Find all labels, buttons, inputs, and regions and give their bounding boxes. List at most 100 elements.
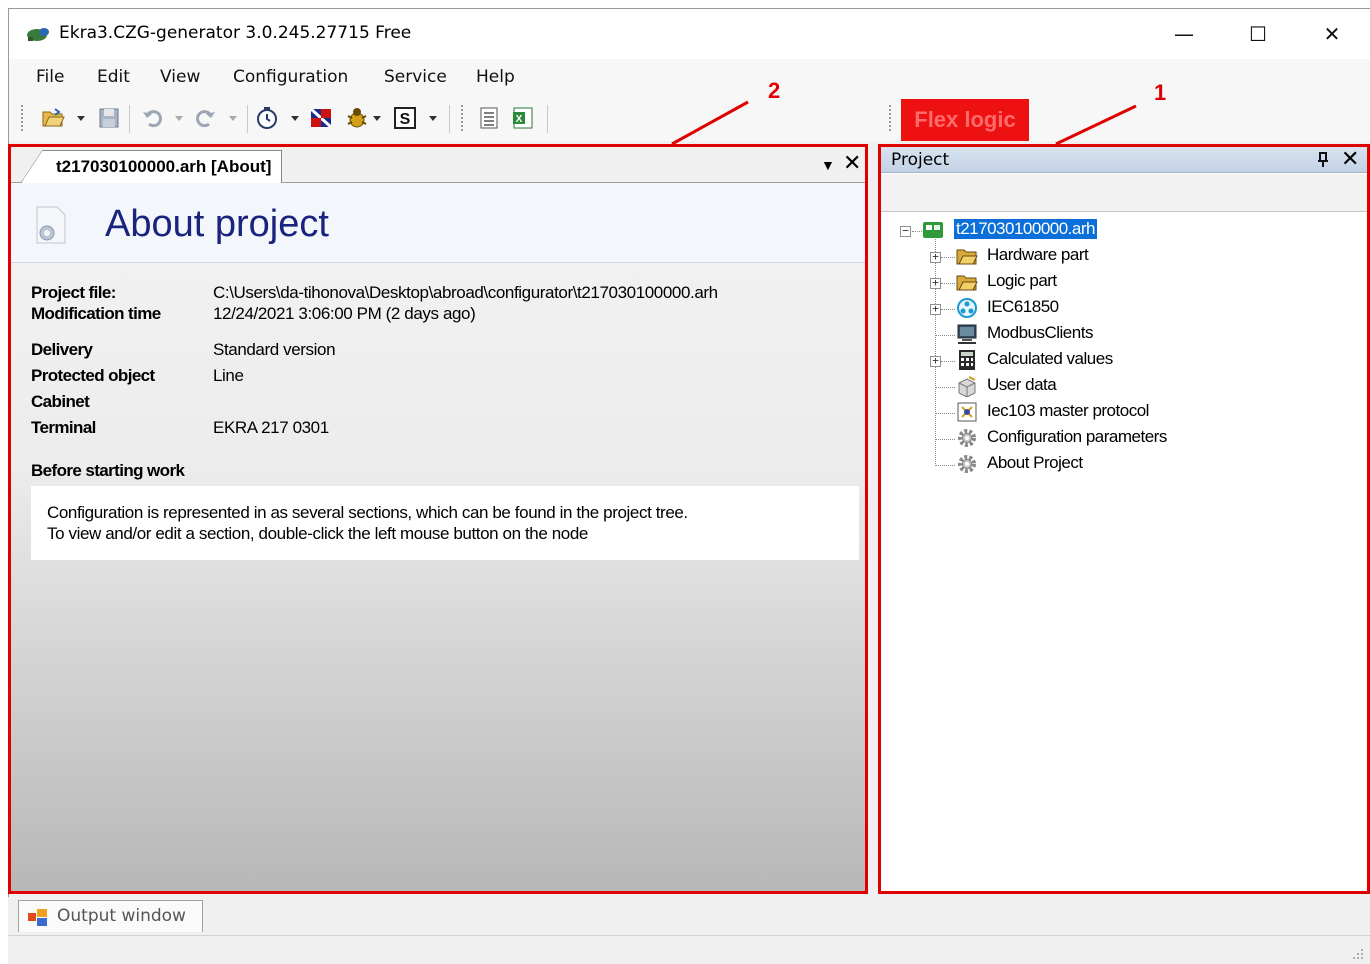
- tree-expand-toggle[interactable]: +: [930, 277, 941, 289]
- modification-time-value: 12/24/2021 3:06:00 PM (2 days ago): [213, 304, 476, 323]
- bug-icon[interactable]: [345, 106, 369, 130]
- menu-service[interactable]: Service: [384, 67, 447, 87]
- toolbar-separator: [247, 105, 248, 133]
- project-file-label: Project file:: [31, 283, 116, 302]
- project-panel-toolbar: [881, 174, 1367, 212]
- tree-connector: [936, 335, 955, 336]
- project-panel: Project ✕ − t217030100000.arh + Hardware…: [878, 144, 1370, 894]
- tree-item-iec61850[interactable]: IEC61850: [987, 297, 1059, 317]
- about-project-view: About project Project file: C:\Users\da-…: [11, 183, 865, 891]
- about-header: About project: [11, 183, 865, 263]
- toolbar-separator: [449, 105, 450, 133]
- undo-dropdown-arrow[interactable]: [175, 116, 183, 121]
- project-panel-close-icon[interactable]: ✕: [1341, 147, 1359, 172]
- menu-configuration[interactable]: Configuration: [233, 67, 348, 87]
- svg-text:X: X: [516, 114, 523, 125]
- protected-object-label: Protected object: [31, 366, 155, 385]
- menu-view[interactable]: View: [160, 67, 200, 87]
- window-title: Ekra3.CZG-generator 3.0.245.27715 Free: [59, 23, 412, 43]
- tree-item-about-project[interactable]: About Project: [987, 453, 1083, 473]
- flag-icon[interactable]: [309, 106, 333, 130]
- document-panel: t217030100000.arh [About] ▼ ✕ About proj…: [8, 144, 868, 894]
- delivery-value: Standard version: [213, 340, 336, 359]
- protected-object-value: Line: [213, 366, 244, 385]
- tree-expand-toggle[interactable]: +: [930, 251, 941, 263]
- toolbar-grip[interactable]: [461, 105, 465, 131]
- tab-close-icon[interactable]: ✕: [843, 151, 861, 176]
- tree-root-project[interactable]: t217030100000.arh: [954, 219, 1097, 239]
- instruction-line: Configuration is represented in as sever…: [47, 503, 688, 522]
- pin-icon[interactable]: [1317, 152, 1329, 168]
- project-panel-header: Project ✕: [881, 147, 1367, 173]
- computer-icon: [957, 324, 977, 344]
- gear-icon: [958, 429, 976, 447]
- toolbar-grip[interactable]: [889, 105, 893, 131]
- annotation-label-2: 2: [768, 78, 781, 103]
- tree-connector: [941, 283, 955, 284]
- bug-dropdown-arrow[interactable]: [373, 116, 381, 121]
- flex-logic-button[interactable]: Flex logic: [901, 99, 1029, 141]
- excel-icon[interactable]: X: [511, 106, 535, 130]
- open-dropdown-arrow[interactable]: [77, 116, 85, 121]
- output-window-tab[interactable]: Output window: [18, 900, 203, 932]
- save-icon[interactable]: [97, 106, 121, 130]
- app-logo-icon: [27, 28, 49, 41]
- dollar-icon[interactable]: S: [393, 106, 417, 130]
- delivery-label: Delivery: [31, 340, 93, 359]
- menu-file[interactable]: File: [36, 67, 64, 87]
- dollar-dropdown-arrow[interactable]: [429, 116, 437, 121]
- cabinet-label: Cabinet: [31, 392, 90, 411]
- tree-connector: [936, 413, 955, 414]
- tree-collapse-toggle[interactable]: −: [900, 225, 911, 237]
- tree-item-hardware-part[interactable]: Hardware part: [987, 245, 1089, 265]
- tree-connector: [936, 387, 955, 388]
- redo-dropdown-arrow[interactable]: [229, 116, 237, 121]
- protocol-icon: [957, 402, 977, 422]
- tree-item-calculated-values[interactable]: Calculated values: [987, 349, 1113, 369]
- toolbar-grip[interactable]: [21, 105, 25, 131]
- tree-item-modbus-clients[interactable]: ModbusClients: [987, 323, 1093, 343]
- tree-connector: [936, 439, 955, 440]
- status-bar: [8, 935, 1370, 964]
- open-folder-icon[interactable]: [41, 106, 65, 130]
- close-window-button[interactable]: ✕: [1297, 9, 1367, 59]
- instruction-line: To view and/or edit a section, double-cl…: [47, 524, 588, 543]
- tree-item-configuration-parameters[interactable]: Configuration parameters: [987, 427, 1167, 447]
- undo-icon[interactable]: [141, 106, 165, 130]
- folder-icon: [956, 249, 978, 265]
- tree-expand-toggle[interactable]: +: [930, 355, 941, 367]
- clock-dropdown-arrow[interactable]: [291, 116, 299, 121]
- redo-icon[interactable]: [193, 106, 217, 130]
- maximize-button[interactable]: ☐: [1223, 9, 1293, 59]
- tree-item-user-data[interactable]: User data: [987, 375, 1057, 395]
- page-title: About project: [105, 203, 329, 245]
- instructions-box: Configuration is represented in as sever…: [31, 486, 859, 560]
- tree-item-logic-part[interactable]: Logic part: [987, 271, 1057, 291]
- gear-icon: [958, 455, 976, 473]
- project-root-icon: [923, 222, 943, 238]
- title-bar: Ekra3.CZG-generator 3.0.245.27715 Free —…: [9, 9, 1370, 59]
- tree-connector: [935, 239, 936, 466]
- box-icon: [958, 376, 976, 397]
- resize-grip-icon[interactable]: [1352, 948, 1364, 960]
- menu-help[interactable]: Help: [476, 67, 515, 87]
- project-panel-title: Project: [891, 150, 950, 170]
- tab-dropdown-icon[interactable]: ▼: [821, 157, 835, 173]
- list-document-icon[interactable]: [477, 106, 501, 130]
- tree-connector: [936, 465, 955, 466]
- bottom-dock-strip: Output window: [8, 897, 1370, 935]
- menu-edit[interactable]: Edit: [97, 67, 130, 87]
- tree-expand-toggle[interactable]: +: [930, 303, 941, 315]
- toolbar-separator: [129, 105, 130, 133]
- modification-time-label: Modification time: [31, 304, 161, 323]
- tab-about-document[interactable]: t217030100000.arh [About]: [21, 150, 283, 183]
- terminal-value: EKRA 217 0301: [213, 418, 329, 437]
- document-gear-icon: [36, 206, 66, 244]
- toolbar-separator: [547, 105, 548, 133]
- clock-icon[interactable]: [255, 106, 279, 130]
- tree-item-iec103-master-protocol[interactable]: Iec103 master protocol: [987, 401, 1149, 421]
- network-icon: [957, 298, 977, 318]
- before-starting-work-heading: Before starting work: [31, 461, 185, 480]
- folder-icon: [956, 275, 978, 291]
- minimize-button[interactable]: —: [1149, 9, 1219, 59]
